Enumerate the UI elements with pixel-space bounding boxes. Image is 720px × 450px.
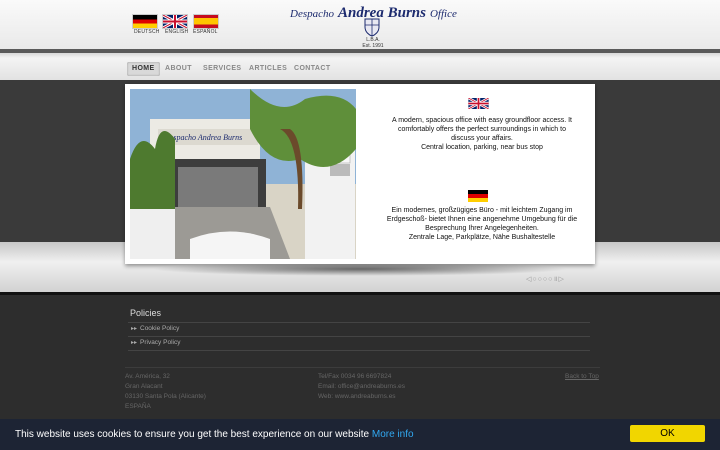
slide-text-german: Ein modernes, großzügiges Büro - mit lei… (386, 207, 578, 241)
logo-suffix: Office (429, 8, 457, 20)
cookie-more-info-link[interactable]: More info (372, 429, 414, 440)
back-to-top-link[interactable]: Back to Top (565, 373, 599, 380)
crest-icon (364, 18, 380, 37)
footer-web-link[interactable]: Web: www.andreaburns.es (318, 392, 405, 402)
cookie-ok-button[interactable]: OK (630, 425, 705, 442)
cookie-message: This website uses cookies to ensure you … (15, 429, 370, 440)
german-flag-icon[interactable] (132, 14, 158, 29)
cookie-banner: This website uses cookies to ensure you … (0, 419, 720, 450)
office-photo: Despacho Andrea Burns 32 (130, 89, 356, 259)
nav-about[interactable]: ABOUT (165, 62, 192, 76)
lang-label-en[interactable]: ENGLISH (165, 29, 188, 35)
nav-articles[interactable]: ARTICLES (249, 62, 287, 76)
english-flag-icon (468, 98, 489, 109)
footer-address: Av. América, 32 Gran Alacant 03130 Santa… (125, 373, 206, 410)
slider-controls[interactable]: ◁○○○○॥▷ (526, 275, 565, 284)
policy-item-privacy[interactable]: ▸▸ Privacy Policy (128, 336, 590, 350)
nav-home[interactable]: HOME (127, 62, 160, 76)
german-flag-icon (468, 190, 488, 202)
cookie-policy-link[interactable]: Cookie Policy (140, 325, 179, 332)
crest-caption: L.B.A. Est. 1991 (362, 37, 384, 49)
double-arrow-icon: ▸▸ (131, 340, 138, 346)
footer-contact: Tel/Fax 0034 96 6697824 Email: office@an… (318, 373, 406, 402)
logo-prefix: Despacho (290, 8, 334, 20)
slide-text-english: A modern, spacious office with easy grou… (391, 117, 573, 151)
spanish-flag-icon[interactable] (193, 14, 219, 29)
english-flag-icon[interactable] (162, 14, 188, 29)
main-nav (0, 58, 720, 80)
privacy-policy-link[interactable]: Privacy Policy (140, 339, 180, 346)
lang-label-es[interactable]: ESPAÑOL (193, 29, 218, 35)
slider-next-icon[interactable]: ▷ (559, 276, 565, 283)
double-arrow-icon: ▸▸ (131, 326, 138, 332)
nav-contact[interactable]: CONTACT (294, 62, 331, 76)
policies-title: Policies (130, 308, 162, 318)
footer-email-link[interactable]: Email: office@andreaburns.es (318, 382, 405, 392)
nav-services[interactable]: SERVICES (203, 62, 241, 76)
lang-label-de[interactable]: DEUTSCH (134, 29, 160, 35)
policy-item-cookie[interactable]: ▸▸ Cookie Policy (128, 322, 590, 336)
